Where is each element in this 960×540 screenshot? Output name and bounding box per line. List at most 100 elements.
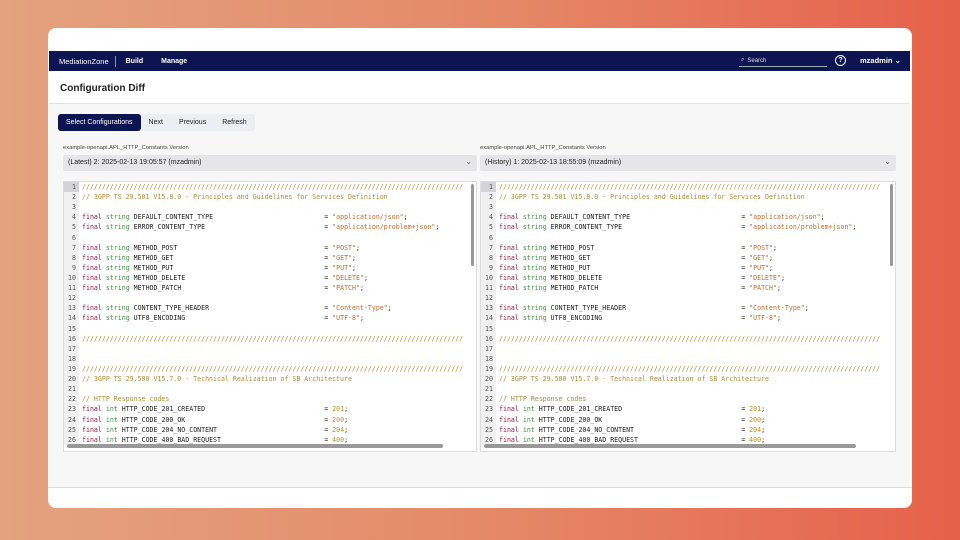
previous-button[interactable]: Previous bbox=[171, 114, 214, 131]
line-number: 21 bbox=[481, 384, 496, 395]
search-input[interactable]: ⌕ Search bbox=[739, 55, 827, 67]
next-button[interactable]: Next bbox=[141, 114, 171, 131]
type: string bbox=[522, 243, 547, 252]
brand-logo[interactable]: MediationZone bbox=[49, 55, 116, 67]
refresh-button[interactable]: Refresh bbox=[214, 114, 255, 131]
code-line: 5 final string ERROR_CONTENT_TYPE = "appl… bbox=[481, 222, 895, 233]
value: 201 bbox=[749, 405, 762, 414]
keyword: final bbox=[499, 223, 519, 232]
keyword: final bbox=[82, 405, 102, 414]
identifier: METHOD_GET bbox=[133, 253, 325, 262]
type: string bbox=[105, 213, 130, 222]
type: int bbox=[522, 415, 535, 424]
search-icon: ⌕ bbox=[741, 57, 745, 63]
line-text: final string CONTENT_TYPE_HEADER = "Cont… bbox=[82, 304, 392, 313]
type: int bbox=[105, 405, 118, 414]
identifier: ERROR_CONTENT_TYPE bbox=[133, 223, 325, 232]
comment: ////////////////////////////////////////… bbox=[82, 334, 464, 343]
code-line: 22// HTTP Response codes bbox=[64, 394, 476, 405]
code-line: 6 bbox=[481, 232, 895, 243]
code-line: 18 bbox=[64, 353, 476, 364]
comment: ////////////////////////////////////////… bbox=[499, 183, 881, 191]
identifier: HTTP_CODE_400_BAD_REQUEST bbox=[538, 435, 742, 444]
select-configurations-button[interactable]: Select Configurations bbox=[58, 114, 141, 131]
type: int bbox=[522, 425, 535, 434]
code-line: 4 final string DEFAULT_CONTENT_TYPE = "ap… bbox=[481, 212, 895, 223]
line-number: 12 bbox=[64, 293, 79, 304]
keyword: final bbox=[82, 213, 102, 222]
code-line: 8 final string METHOD_GET = "GET"; bbox=[481, 252, 895, 263]
value: "application/json" bbox=[332, 213, 404, 222]
app-window: MediationZone Build Manage ⌕ Search ? mza… bbox=[48, 28, 912, 508]
line-text: // 3GPP TS 29.500 V15.7.0 - Technical Re… bbox=[496, 374, 769, 384]
line-number: 9 bbox=[481, 262, 496, 273]
value: "Content-Type" bbox=[332, 304, 388, 313]
help-icon[interactable]: ? bbox=[835, 55, 846, 66]
code-line: 8 final string METHOD_GET = "GET"; bbox=[64, 252, 476, 263]
identifier: METHOD_DELETE bbox=[133, 273, 325, 282]
line-text: final int HTTP_CODE_201_CREATED = 201; bbox=[499, 405, 766, 414]
code-line: 14 final string UTF8_ENCODING = "UTF-8"; bbox=[64, 313, 476, 324]
identifier: DEFAULT_CONTENT_TYPE bbox=[550, 213, 742, 222]
line-number: 15 bbox=[64, 323, 79, 334]
username: mzadmin bbox=[860, 56, 893, 65]
right-code-editor[interactable]: 1///////////////////////////////////////… bbox=[480, 181, 896, 452]
user-menu[interactable]: mzadmin ⌄ bbox=[860, 56, 901, 65]
top-nav: MediationZone Build Manage ⌕ Search ? mza… bbox=[49, 51, 910, 71]
code-line: 12 bbox=[64, 293, 476, 304]
horizontal-scrollbar[interactable] bbox=[67, 444, 443, 448]
type: string bbox=[522, 263, 547, 272]
type: string bbox=[522, 284, 547, 293]
left-code-editor[interactable]: 1///////////////////////////////////////… bbox=[63, 181, 477, 452]
line-number: 14 bbox=[64, 313, 79, 324]
line-number: 20 bbox=[481, 374, 496, 385]
code-line: 10 final string METHOD_DELETE = "DELETE"; bbox=[481, 272, 895, 284]
identifier: HTTP_CODE_204_NO_CONTENT bbox=[538, 425, 742, 434]
horizontal-scrollbar[interactable] bbox=[484, 444, 856, 448]
keyword: final bbox=[82, 273, 102, 282]
nav-build[interactable]: Build bbox=[126, 58, 144, 65]
vertical-scrollbar[interactable] bbox=[890, 184, 893, 266]
code-line: 11 final string METHOD_PATCH = "PATCH"; bbox=[64, 283, 476, 294]
value: "UTF-8" bbox=[332, 314, 360, 323]
line-text: ////////////////////////////////////////… bbox=[79, 182, 463, 192]
line-text: final string METHOD_DELETE = "DELETE"; bbox=[82, 273, 368, 282]
code-line: 2// 3GPP TS 29.501 V15.8.0 - Principles … bbox=[481, 192, 895, 203]
line-text bbox=[79, 344, 82, 354]
value: 400 bbox=[332, 435, 345, 444]
comment: ////////////////////////////////////////… bbox=[499, 364, 881, 373]
line-number: 15 bbox=[481, 323, 496, 334]
keyword: final bbox=[499, 304, 519, 313]
line-text: final string UTF8_ENCODING = "UTF-8"; bbox=[82, 314, 364, 323]
identifier: CONTENT_TYPE_HEADER bbox=[133, 304, 325, 313]
keyword: final bbox=[82, 284, 102, 293]
line-text: final string UTF8_ENCODING = "UTF-8"; bbox=[499, 314, 781, 323]
code-line: 23 final int HTTP_CODE_201_CREATED = 201; bbox=[481, 404, 895, 415]
identifier: HTTP_CODE_200_OK bbox=[121, 415, 325, 424]
type: int bbox=[105, 415, 118, 424]
line-text: // HTTP Response codes bbox=[496, 394, 586, 404]
line-text: // 3GPP TS 29.501 V15.8.0 - Principles a… bbox=[79, 192, 388, 202]
identifier: HTTP_CODE_400_BAD_REQUEST bbox=[121, 435, 325, 444]
line-text: final string ERROR_CONTENT_TYPE = "appli… bbox=[82, 223, 440, 232]
keyword: final bbox=[82, 314, 102, 323]
left-version-select[interactable]: (Latest) 2: 2025-02-13 19:05:57 (mzadmin… bbox=[63, 155, 477, 171]
identifier: HTTP_CODE_204_NO_CONTENT bbox=[121, 425, 325, 434]
line-text: final string METHOD_PUT = "PUT"; bbox=[82, 263, 357, 272]
type: string bbox=[522, 253, 547, 262]
code-line: 12 bbox=[481, 293, 895, 304]
keyword: final bbox=[82, 415, 102, 424]
keyword: final bbox=[82, 425, 102, 434]
code-line: 20// 3GPP TS 29.500 V15.7.0 - Technical … bbox=[481, 374, 895, 385]
comment: ////////////////////////////////////////… bbox=[82, 183, 464, 191]
identifier: METHOD_PATCH bbox=[550, 284, 742, 293]
vertical-scrollbar[interactable] bbox=[471, 184, 474, 266]
keyword: final bbox=[499, 273, 519, 282]
line-text: final string DEFAULT_CONTENT_TYPE = "app… bbox=[82, 213, 408, 222]
code-line: 13 final string CONTENT_TYPE_HEADER = "Co… bbox=[481, 303, 895, 314]
line-number: 23 bbox=[64, 404, 79, 415]
value: "POST" bbox=[749, 243, 773, 252]
nav-manage[interactable]: Manage bbox=[161, 58, 187, 65]
keyword: final bbox=[499, 415, 519, 424]
right-version-select[interactable]: (History) 1: 2025-02-13 18:55:09 (mzadmi… bbox=[480, 155, 896, 171]
